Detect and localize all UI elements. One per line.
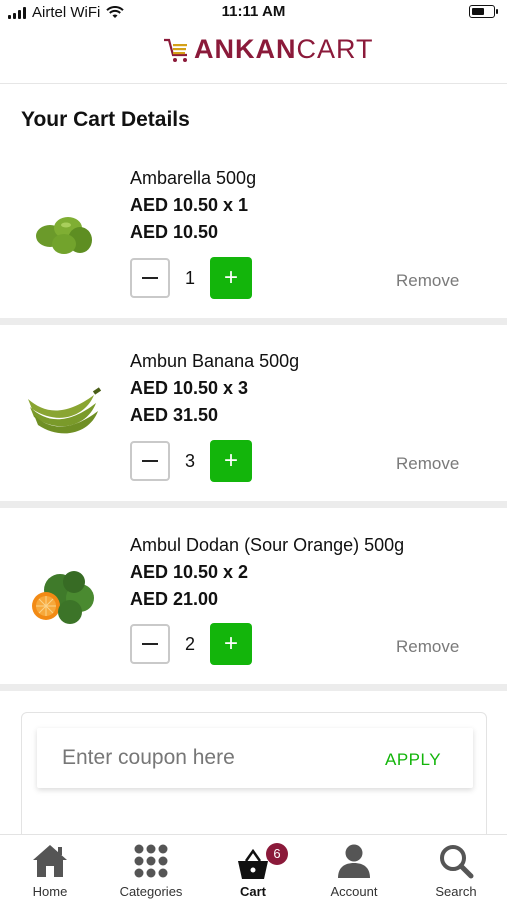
page-title: Your Cart Details [21,108,190,131]
increase-quantity-button[interactable]: + [210,623,252,665]
plus-icon: + [223,630,238,657]
nav-label: Cart [239,884,266,899]
ambarella-image [36,217,92,254]
logo-text-secondary: CART [296,34,374,64]
bottom-nav: Home Categories 6 Cart Account Search [0,834,507,900]
sour-orange-image [32,571,94,624]
item-divider [0,318,507,325]
decrease-quantity-button[interactable] [130,441,170,481]
status-time: 11:11 AM [221,3,286,20]
remove-item-button[interactable]: Remove [396,271,459,291]
item-total: AED 10.50 [130,222,219,242]
minus-icon [142,460,158,462]
item-name: Ambarella 500g [130,168,257,188]
cart-count-badge: 6 [266,843,288,865]
item-divider [0,684,507,691]
battery-icon [469,5,498,18]
plus-icon: + [223,264,238,291]
decrease-quantity-button[interactable] [130,624,170,664]
user-icon [338,844,370,878]
quantity-value: 3 [184,451,195,471]
item-name: Ambun Banana 500g [130,351,300,371]
nav-label: Account [330,884,378,899]
grid-icon [134,844,168,878]
minus-icon [142,277,158,279]
increase-quantity-button[interactable]: + [210,257,252,299]
item-unit-price: AED 10.50 x 1 [130,195,249,215]
item-unit-price: AED 10.50 x 2 [130,562,249,582]
quantity-value: 1 [184,268,195,288]
remove-item-button[interactable]: Remove [396,454,459,474]
nav-account[interactable]: Account [304,835,404,900]
increase-quantity-button[interactable]: + [210,440,252,482]
quantity-value: 2 [184,634,195,654]
nav-categories[interactable]: Categories [101,835,201,900]
decrease-quantity-button[interactable] [130,258,170,298]
coupon-input[interactable] [62,741,362,775]
status-bar: Airtel WiFi 11:11 AM [0,0,507,26]
nav-label: Categories [119,884,183,899]
logo-text-primary: ANKAN [194,34,297,64]
remove-item-button[interactable]: Remove [396,637,459,657]
item-total: AED 31.50 [130,405,219,425]
nav-label: Search [435,884,477,899]
nav-cart[interactable]: 6 Cart [203,835,303,900]
nav-label: Home [32,884,68,899]
minus-icon [142,643,158,645]
nav-search[interactable]: Search [406,835,506,900]
item-unit-price: AED 10.50 x 3 [130,378,249,398]
plus-icon: + [223,447,238,474]
logo-cart-icon [164,38,187,62]
apply-coupon-button[interactable]: APPLY [385,750,441,770]
nav-home[interactable]: Home [0,835,100,900]
app-logo[interactable]: ANKAN CART [162,34,374,65]
search-icon [440,845,474,879]
item-divider [0,501,507,508]
item-total: AED 21.00 [130,589,219,609]
cart-basket-icon [238,848,268,879]
banana-image [28,387,102,434]
item-name: Ambul Dodan (Sour Orange) 500g [130,535,405,555]
app-header: ANKAN CART [0,26,507,84]
home-icon [33,845,67,877]
